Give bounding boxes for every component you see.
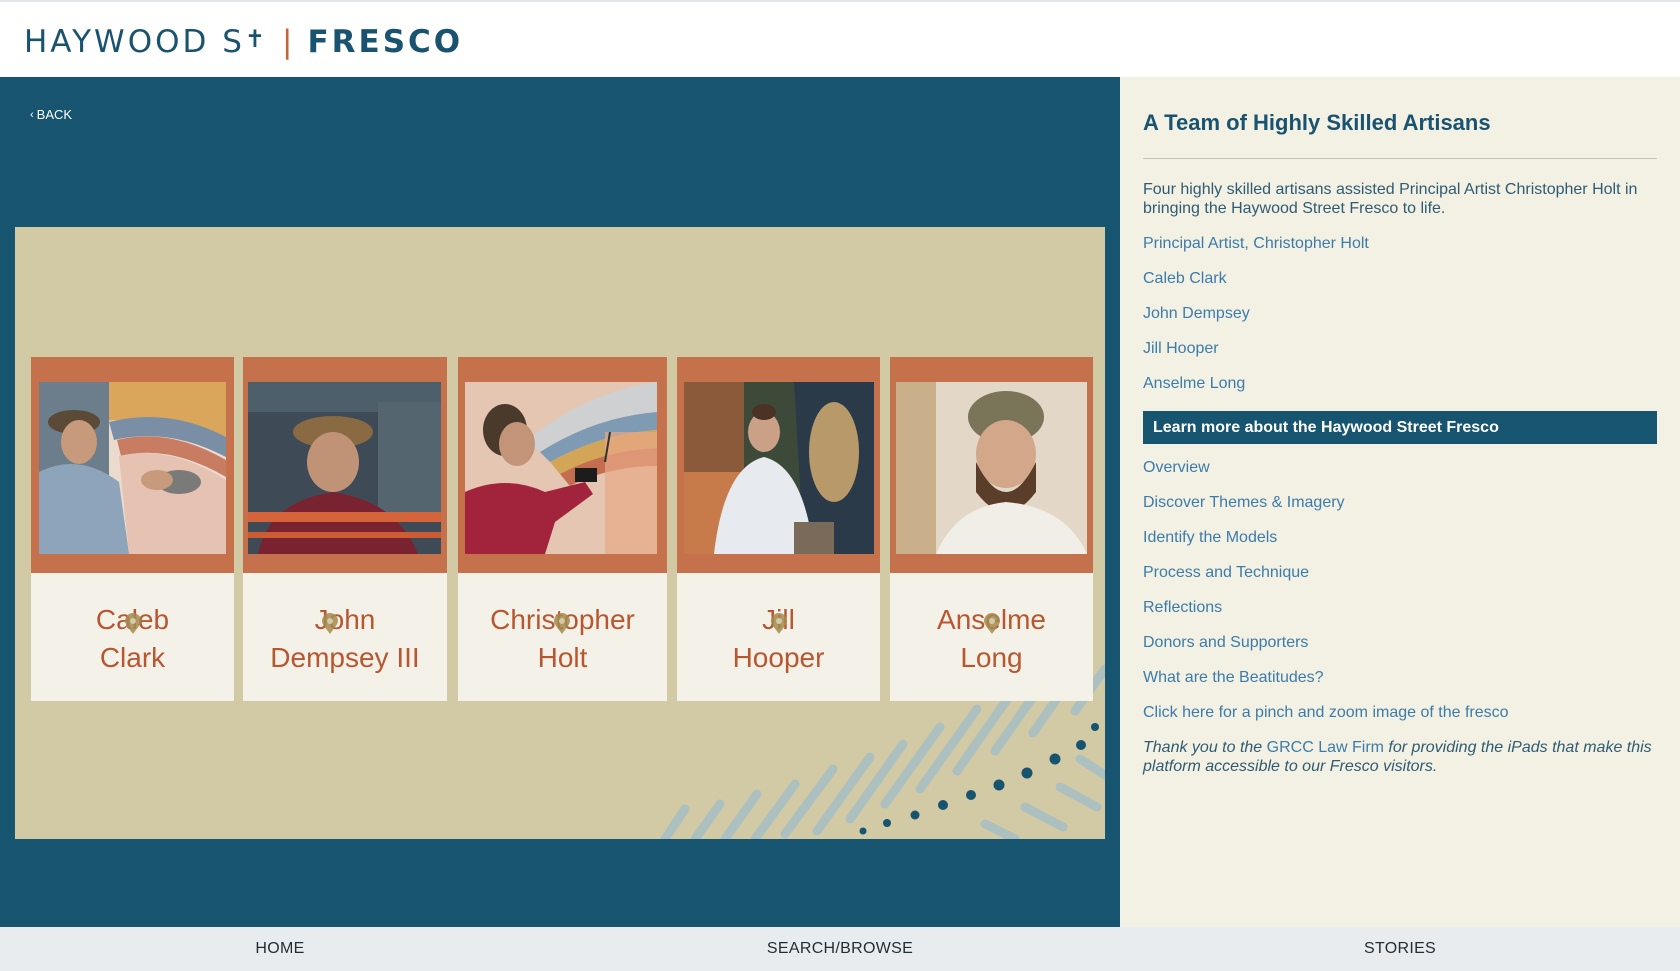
card-label: Caleb Clark (31, 573, 234, 701)
nav-home[interactable]: HOME (0, 927, 560, 971)
link-themes-imagery[interactable]: Discover Themes & Imagery (1143, 493, 1657, 512)
back-link[interactable]: ‹ BACK (30, 107, 72, 122)
artisan-photo-john-dempsey (248, 382, 441, 554)
sidebar-intro: Four highly skilled artisans assisted Pr… (1143, 181, 1638, 217)
card-label: Jill Hooper (677, 573, 880, 701)
link-jill-hooper[interactable]: Jill Hooper (1143, 339, 1657, 358)
artisan-photo-jill-hooper (684, 382, 874, 554)
artisan-last-name: Hooper (732, 642, 825, 673)
artisan-last-name: Holt (537, 642, 588, 673)
artisan-card-christopher-holt[interactable]: Christopher Holt (458, 357, 667, 701)
link-overview[interactable]: Overview (1143, 458, 1657, 477)
bottom-nav: HOME SEARCH/BROWSE STORIES (0, 927, 1680, 971)
logo-separator: | (282, 24, 296, 60)
link-pinch-zoom-image[interactable]: Click here for a pinch and zoom image of… (1143, 703, 1657, 722)
artisan-first-name: John (314, 604, 376, 635)
map-pin-icon (322, 613, 338, 634)
link-identify-models[interactable]: Identify the Models (1143, 528, 1657, 547)
artisan-card-anselme-long[interactable]: Anselme Long (890, 357, 1093, 701)
main-content: ‹ BACK Clark John Dempsey III Holt Hoope… (0, 77, 1120, 927)
link-john-dempsey[interactable]: John Dempsey (1143, 304, 1657, 323)
map-pin-icon (984, 613, 1000, 634)
map-pin-icon (771, 613, 787, 634)
logo-text-haywood: HAYWOOD S (24, 24, 245, 60)
artisan-photo-anselme-long (896, 382, 1087, 554)
map-pin-icon (125, 613, 141, 634)
artisans-panel: Caleb Clark John (15, 227, 1105, 839)
artisan-last-name: Dempsey III (270, 642, 420, 673)
thanks-text-pre: Thank you to the (1143, 739, 1267, 756)
logo-text-fresco: FRESCO (307, 24, 464, 60)
nav-stories[interactable]: STORIES (1120, 927, 1680, 971)
back-label: BACK (36, 107, 73, 122)
link-caleb-clark[interactable]: Caleb Clark (1143, 269, 1657, 288)
nav-search-browse[interactable]: SEARCH/BROWSE (560, 927, 1120, 971)
logo-cross-icon: ✝ (244, 25, 269, 53)
artisan-card-jill-hooper[interactable]: Jill Hooper (677, 357, 880, 701)
info-sidebar: A Team of Highly Skilled Artisans Four h… (1120, 77, 1680, 927)
link-grcc-law-firm[interactable]: GRCC Law Firm (1267, 739, 1384, 756)
artisan-card-john-dempsey[interactable]: John Dempsey III (243, 357, 447, 701)
site-header: HAYWOOD S ✝ | FRESCO (0, 0, 1680, 77)
artisan-last-name: Clark (99, 642, 166, 673)
link-reflections[interactable]: Reflections (1143, 598, 1657, 617)
link-beatitudes[interactable]: What are the Beatitudes? (1143, 668, 1657, 687)
sidebar-title: A Team of Highly Skilled Artisans (1143, 110, 1491, 135)
link-anselme-long[interactable]: Anselme Long (1143, 374, 1657, 393)
card-label: Anselme Long (890, 573, 1093, 701)
map-pin-icon (554, 613, 570, 634)
card-label: Christopher Holt (458, 573, 667, 701)
link-donors-supporters[interactable]: Donors and Supporters (1143, 633, 1657, 652)
link-process-technique[interactable]: Process and Technique (1143, 563, 1657, 582)
artisan-photo-caleb-clark (39, 382, 226, 554)
artisan-card-caleb-clark[interactable]: Caleb Clark (31, 357, 234, 701)
artisan-last-name: Long (960, 642, 1023, 673)
thanks-note: Thank you to the GRCC Law Firm for provi… (1143, 738, 1657, 776)
learn-more-banner: Learn more about the Haywood Street Fres… (1143, 411, 1657, 444)
artisan-photo-christopher-holt (465, 382, 657, 554)
site-logo[interactable]: HAYWOOD S ✝ | FRESCO (24, 22, 463, 62)
chevron-left-icon: ‹ (30, 108, 34, 121)
card-label: John Dempsey III (243, 573, 447, 701)
sidebar-divider (1143, 158, 1657, 159)
link-principal-artist[interactable]: Principal Artist, Christopher Holt (1143, 234, 1657, 253)
